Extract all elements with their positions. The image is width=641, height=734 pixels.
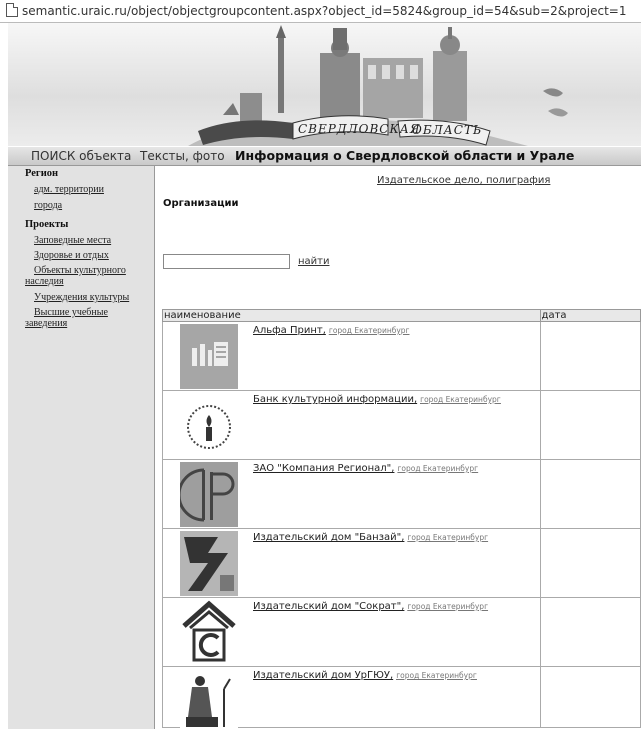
main-content: Издательское дело, полиграфия Организаци… [155,166,641,734]
nav-search-object[interactable]: ПОИСК объекта [31,147,131,165]
org-link[interactable]: Банк культурной информации, город Екатери… [253,394,501,405]
sidebar: Регион адм. территории города Проекты За… [8,166,155,729]
url-text: semantic.uraic.ru/object/objectgroupcont… [22,4,627,18]
column-header-date: дата [539,309,641,322]
table-row: Издательский дом УрГЮУ, город Екатеринбур… [162,666,641,734]
org-link[interactable]: Альфа Принт, город Екатеринбург [253,325,410,336]
nav-region-info[interactable]: Информация о Свердловской области и Урал… [235,147,574,165]
house-c-icon[interactable] [180,600,238,665]
banner-ribbon-right: ОБЛАСТЬ [412,123,482,137]
ctp-monogram-icon[interactable] [180,462,238,527]
top-nav: ПОИСК объекта Тексты, фото Информация о … [8,147,641,166]
column-header-name: наименование [162,309,541,322]
org-link[interactable]: ЗАО "Компания Регионал", город Екатеринбу… [253,463,478,474]
sidebar-item-heritage[interactable]: Объекты культурного наследия [25,265,145,287]
sidebar-item-health[interactable]: Здоровье и отдых [34,250,109,261]
sidebar-heading-region: Регион [25,168,59,179]
factory-icon[interactable] [180,324,238,389]
table-row: ЗАО "Компания Регионал", город Екатеринбу… [162,459,641,529]
table-header-row: наименование дата [162,309,641,322]
banzai-logo-icon[interactable] [180,531,238,596]
table-row: Издательский дом "Сократ", город Екатерин… [162,597,641,667]
table-row: Альфа Принт, город Екатеринбург [162,321,641,391]
table-row: Издательский дом "Банзай", город Екатерин… [162,528,641,598]
organizations-table: наименование дата Альфа Принт, город Екат… [162,309,641,734]
address-bar[interactable]: semantic.uraic.ru/object/objectgroupcont… [0,0,641,23]
table-row: Банк культурной информации, город Екатери… [162,390,641,460]
section-title: Организации [163,198,239,209]
statue-icon[interactable] [180,669,238,734]
org-link[interactable]: Издательский дом "Банзай", город Екатерин… [253,532,488,543]
header-banner: СВЕРДЛОВСКАЯ ОБЛАСТЬ [8,23,641,146]
sidebar-item-culture[interactable]: Учреждения культуры [34,292,129,303]
sidebar-item-universities[interactable]: Высшие учебные заведения [25,307,145,329]
sidebar-heading-projects: Проекты [25,219,69,230]
banner-ribbon-left: СВЕРДЛОВСКАЯ [298,122,421,136]
category-link[interactable]: Издательское дело, полиграфия [377,175,550,186]
page-icon [6,3,18,17]
candle-seal-icon[interactable] [180,393,238,458]
org-link[interactable]: Издательский дом "Сократ", город Екатерин… [253,601,488,612]
find-button[interactable]: найти [298,256,330,267]
banner-illustration: СВЕРДЛОВСКАЯ ОБЛАСТЬ [188,25,568,146]
sidebar-item-reserves[interactable]: Заповедные места [34,235,111,246]
sidebar-item-admin-territories[interactable]: адм. территории [34,184,104,195]
org-link[interactable]: Издательский дом УрГЮУ, город Екатеринбур… [253,670,477,681]
sidebar-item-cities[interactable]: города [34,200,62,211]
search-input[interactable] [163,254,290,269]
nav-texts-photos[interactable]: Тексты, фото [140,147,225,165]
